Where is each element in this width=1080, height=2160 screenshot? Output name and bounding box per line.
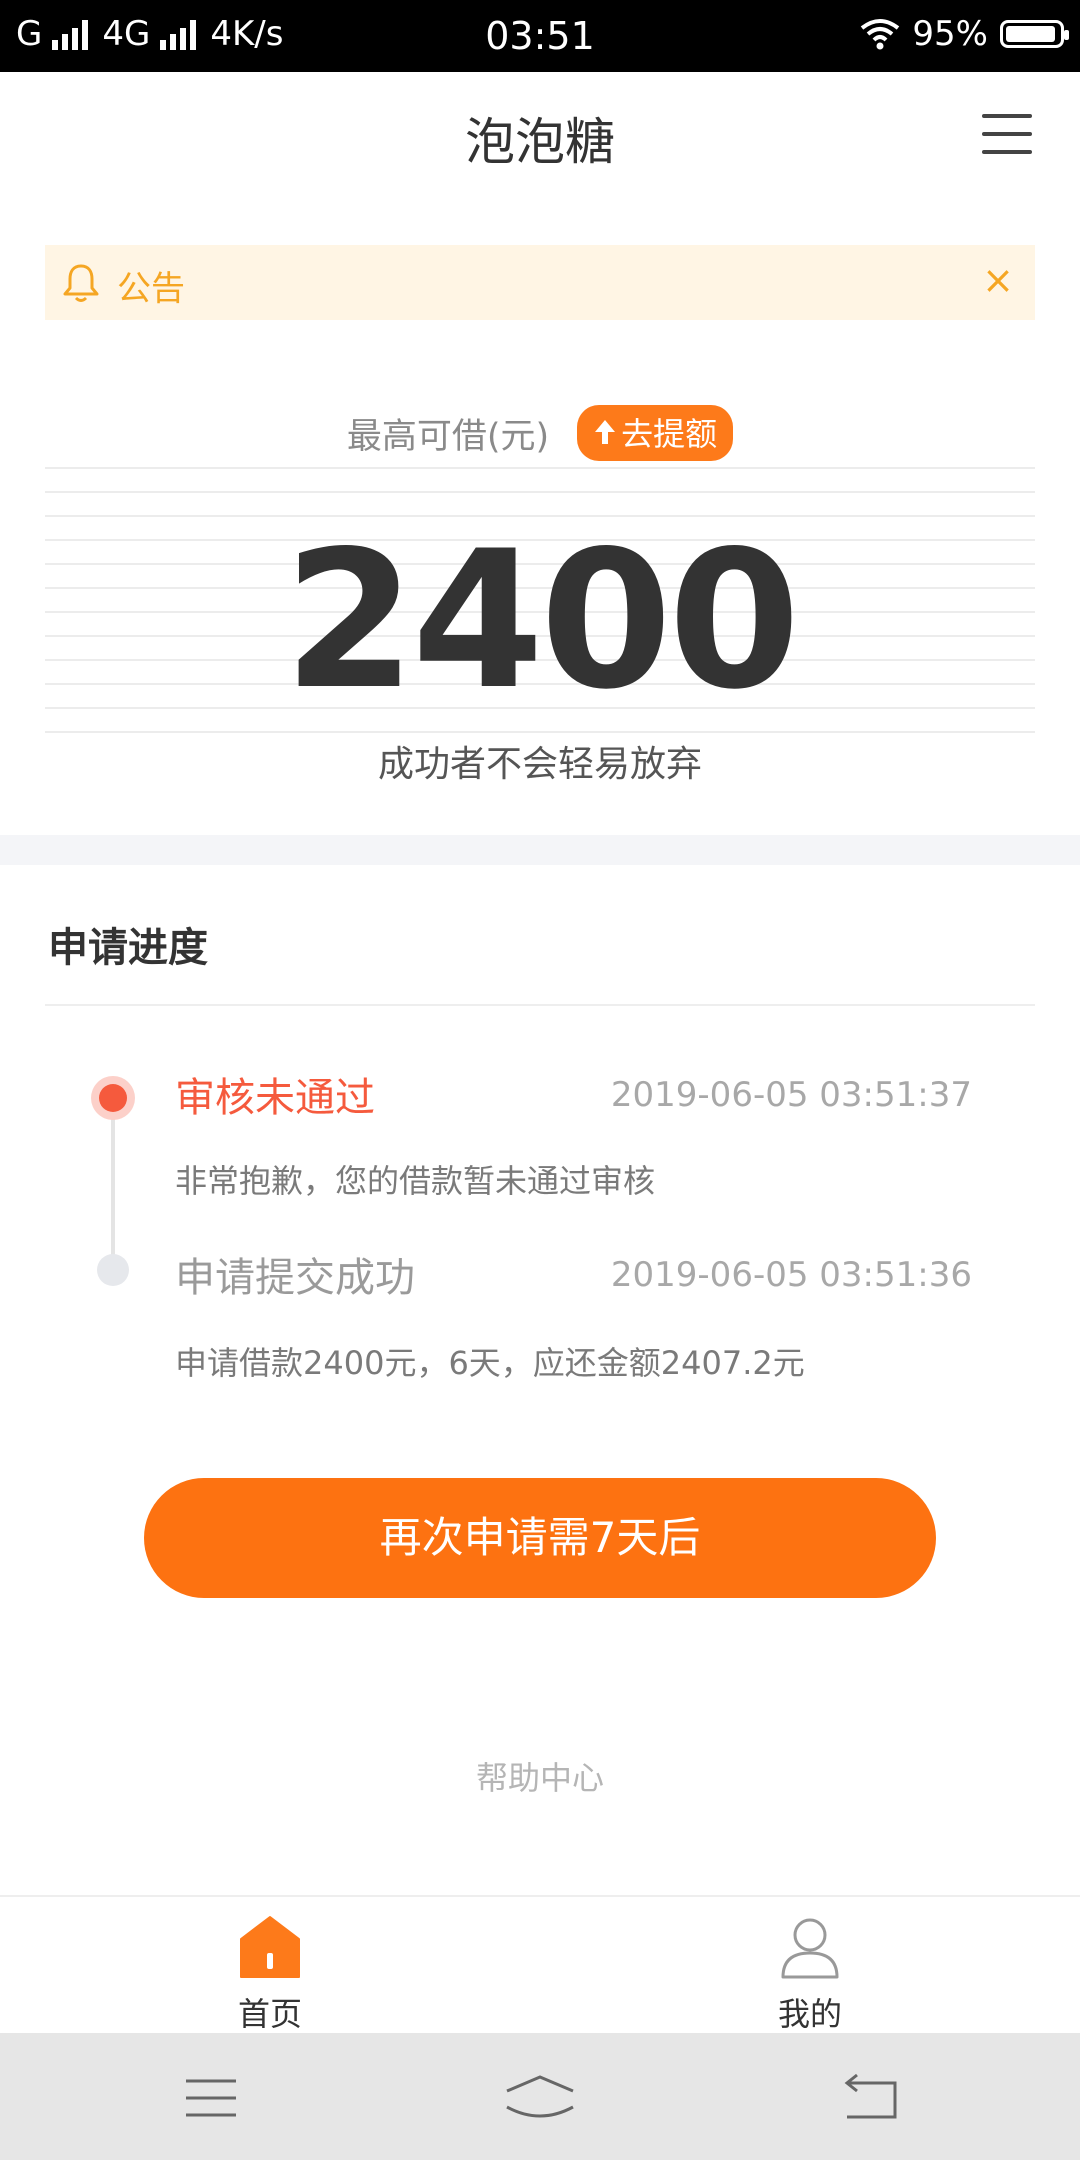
step-title: 审核未通过 [175,1075,375,1121]
wifi-icon [861,19,900,50]
tab-home-label: 首页 [237,1995,302,2033]
timeline-line [111,1096,115,1272]
status-bar: G 4G 4K/s 03:51 95% [0,0,1080,72]
timeline-dot-active [91,1076,135,1120]
home-nav-icon[interactable] [495,2073,585,2123]
step-title: 申请提交成功 [175,1255,415,1301]
reapply-button[interactable]: 再次申请需7天后 [144,1478,936,1598]
back-nav-icon[interactable] [825,2073,915,2123]
page-title: 泡泡糖 [465,113,615,171]
user-icon [781,1918,839,1979]
slogan: 成功者不会轻易放弃 [377,744,702,785]
raise-limit-label: 去提额 [621,415,718,453]
menu-icon[interactable] [982,114,1032,154]
credit-row: 最高可借(元) 去提额 [0,405,1080,461]
raise-limit-button[interactable]: 去提额 [577,405,734,461]
credit-label: 最高可借(元) [346,416,550,457]
progress-title: 申请进度 [48,925,208,971]
battery-percent: 95% [912,14,988,54]
timeline-dot-inactive [97,1254,129,1286]
close-icon[interactable]: × [973,255,1023,305]
app-header: 泡泡糖 [0,72,1080,192]
home-icon [240,1916,300,1978]
battery-icon [1000,20,1069,48]
bell-icon [63,264,99,302]
notice-label: 公告 [117,269,185,309]
notice-banner[interactable]: 公告 × [45,245,1035,320]
tab-home[interactable]: 首页 [0,1897,540,2035]
progress-divider [45,1004,1035,1006]
tab-mine[interactable]: 我的 [540,1897,1080,2035]
status-right: 95% [860,14,1069,54]
step-time: 2019-06-05 03:51:36 [610,1255,972,1295]
menu-nav-icon[interactable] [166,2073,256,2123]
system-nav-bar [0,2033,1080,2160]
step-description: 申请借款2400元，6天，应还金额2407.2元 [175,1344,805,1382]
step-time: 2019-06-05 03:51:37 [610,1075,972,1115]
credit-amount: 2400 [283,510,801,731]
tab-bar: 首页 我的 [0,1895,1080,2035]
section-divider [0,835,1080,865]
arrow-up-icon [595,420,616,444]
help-center-link[interactable]: 帮助中心 [0,1753,1080,1799]
battery-fill [1006,26,1055,42]
step-description: 非常抱歉，您的借款暂未通过审核 [175,1162,656,1200]
tab-mine-label: 我的 [777,1995,842,2033]
credit-section: 最高可借(元) 去提额 2400 成功者不会轻易放弃 [0,395,1080,835]
